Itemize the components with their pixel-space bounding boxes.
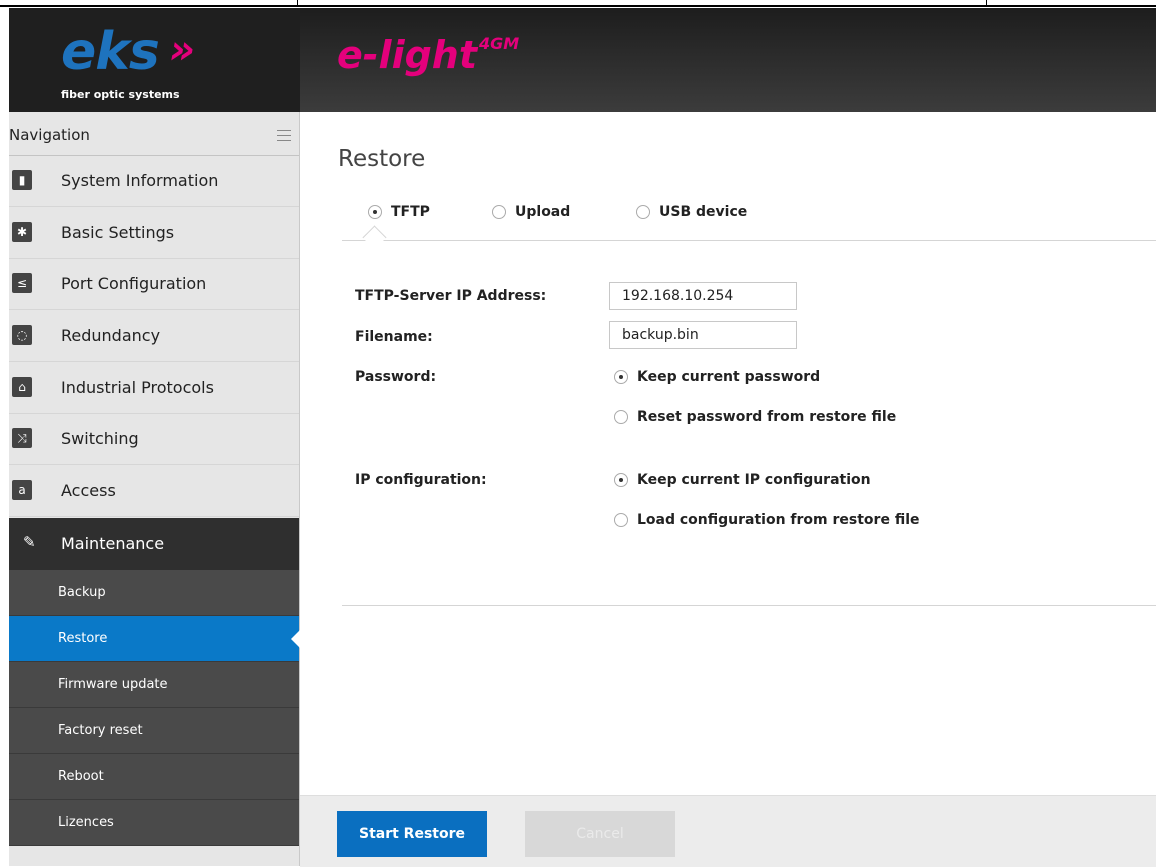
page-top-tick	[297, 0, 298, 6]
sidebar-navigation: Navigation ▮ System Information ✱ Basic …	[9, 112, 300, 866]
tab-label: Upload	[515, 204, 571, 220]
page-top-tick	[986, 0, 987, 6]
tab-usb-device[interactable]: USB device	[636, 204, 747, 220]
sidebar-item-redundancy[interactable]: ◌ Redundancy	[9, 311, 299, 362]
sidebar-item-label: Redundancy	[61, 326, 161, 345]
main-content: Restore TFTP Upload USB device TFTP-Serv…	[300, 112, 1156, 867]
page-top-rule	[0, 5, 1156, 7]
tab-tftp[interactable]: TFTP	[368, 204, 430, 220]
ip-load-option[interactable]: Load configuration from restore file	[614, 512, 920, 528]
logo-arrows-icon: »	[169, 27, 195, 73]
option-label: Keep current password	[637, 369, 821, 385]
sidebar-item-label: Access	[61, 481, 116, 500]
wrench-icon: ✎	[23, 533, 36, 551]
tab-pointer-icon	[362, 225, 387, 250]
sidebar-subitem-label: Reboot	[58, 769, 104, 784]
sidebar-item-maintenance[interactable]: ✎ Maintenance	[9, 518, 299, 570]
server-ip-label: TFTP-Server IP Address:	[355, 288, 547, 304]
start-restore-button[interactable]: Start Restore	[337, 811, 487, 857]
product-name: e-light	[337, 33, 478, 77]
sidebar-subitem-factory-reset[interactable]: Factory reset	[9, 708, 299, 754]
factory-icon: ⌂	[12, 377, 32, 397]
logo-tagline: fiber optic systems	[61, 88, 180, 101]
ip-config-label: IP configuration:	[355, 472, 487, 488]
header-band: e-light 4GM	[300, 8, 1156, 112]
action-footer: Start Restore Cancel	[300, 795, 1156, 867]
tab-label: TFTP	[391, 204, 430, 220]
sidebar-subitem-label: Firmware update	[58, 677, 168, 692]
sidebar-item-label: Maintenance	[61, 534, 165, 553]
menu-toggle-icon[interactable]	[277, 130, 291, 141]
sidebar-subitem-label: Factory reset	[58, 723, 143, 738]
option-label: Reset password from restore file	[637, 409, 897, 425]
radio-icon	[614, 370, 628, 384]
navigation-title: Navigation	[9, 126, 90, 144]
navigation-header: Navigation	[9, 112, 299, 156]
password-label: Password:	[355, 369, 437, 385]
radio-icon	[614, 513, 628, 527]
chart-icon: ▮	[12, 170, 32, 190]
sidebar-subitem-backup[interactable]: Backup	[9, 570, 299, 616]
cancel-button[interactable]: Cancel	[525, 811, 675, 857]
sidebar-item-system-information[interactable]: ▮ System Information	[9, 156, 299, 207]
shuffle-icon: ⤨	[12, 428, 32, 448]
option-label: Keep current IP configuration	[637, 472, 871, 488]
sidebar-subitem-firmware-update[interactable]: Firmware update	[9, 662, 299, 708]
sidebar-item-switching[interactable]: ⤨ Switching	[9, 414, 299, 465]
ring-icon: ◌	[12, 325, 32, 345]
radio-icon	[614, 473, 628, 487]
sidebar-item-label: Port Configuration	[61, 274, 207, 293]
sidebar-item-basic-settings[interactable]: ✱ Basic Settings	[9, 208, 299, 259]
product-model: 4GM	[479, 34, 520, 53]
logo-wordmark: eks	[61, 22, 160, 82]
top-bar: eks » fiber optic systems e-light 4GM	[9, 8, 1156, 112]
lock-icon: a	[12, 480, 32, 500]
sidebar-item-port-configuration[interactable]: ≤ Port Configuration	[9, 259, 299, 310]
form-divider	[342, 605, 1156, 606]
sidebar-subitem-label: Backup	[58, 585, 106, 600]
option-label: Load configuration from restore file	[637, 512, 920, 528]
sidebar-item-access[interactable]: a Access	[9, 466, 299, 517]
restore-source-tabs: TFTP Upload USB device	[300, 200, 1156, 250]
ip-keep-option[interactable]: Keep current IP configuration	[614, 472, 871, 488]
radio-icon	[614, 410, 628, 424]
radio-icon	[636, 205, 650, 219]
page-title: Restore	[338, 146, 426, 172]
filename-input[interactable]	[609, 321, 797, 349]
sidebar-item-label: Switching	[61, 429, 139, 448]
sidebar-item-industrial-protocols[interactable]: ⌂ Industrial Protocols	[9, 363, 299, 414]
password-keep-option[interactable]: Keep current password	[614, 369, 820, 385]
tab-upload[interactable]: Upload	[492, 204, 570, 220]
sidebar-item-label: System Information	[61, 171, 219, 190]
company-logo: eks » fiber optic systems	[9, 8, 300, 112]
filename-label: Filename:	[355, 329, 433, 345]
sidebar-subitem-restore[interactable]: Restore	[9, 616, 300, 662]
server-ip-input[interactable]	[609, 282, 797, 310]
sidebar-subitem-label: Restore	[58, 631, 108, 646]
active-indicator-icon	[291, 630, 300, 648]
port-icon: ≤	[12, 273, 32, 293]
sidebar-subitem-lizences[interactable]: Lizences	[9, 800, 299, 846]
sidebar-item-label: Industrial Protocols	[61, 378, 214, 397]
gear-icon: ✱	[12, 222, 32, 242]
tabs-divider	[342, 240, 1156, 241]
sidebar-item-label: Basic Settings	[61, 223, 175, 242]
sidebar-subitem-label: Lizences	[58, 815, 114, 830]
tab-label: USB device	[659, 204, 748, 220]
password-reset-option[interactable]: Reset password from restore file	[614, 409, 896, 425]
sidebar-subitem-reboot[interactable]: Reboot	[9, 754, 299, 800]
radio-icon	[368, 205, 382, 219]
radio-icon	[492, 205, 506, 219]
